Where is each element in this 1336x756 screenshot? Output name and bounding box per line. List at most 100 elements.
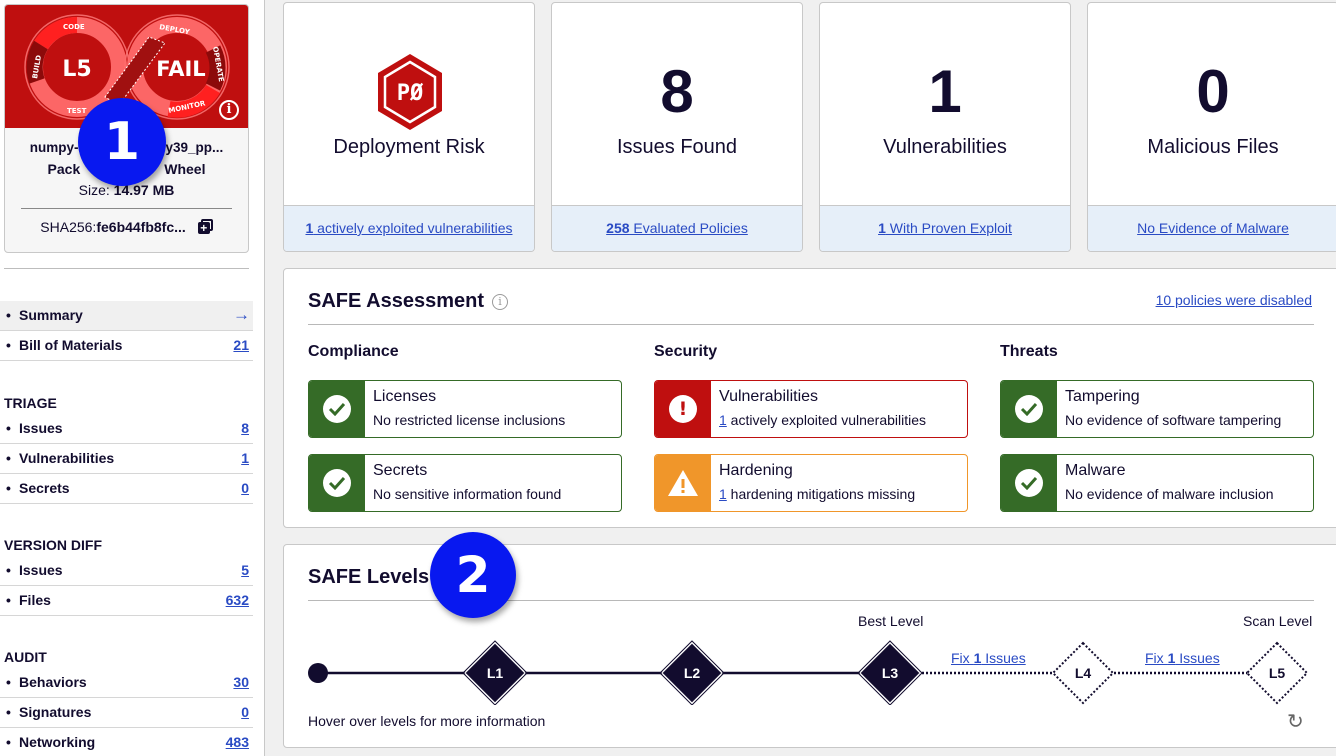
sidebar-group-triage: TRIAGE Issues 8 Vulnerabilities 1 Secrets 0 <box>0 392 253 504</box>
assessment-tampering[interactable]: Tampering No evidence of software tamper… <box>1000 380 1314 438</box>
assessment-desc: 1 hardening mitigations missing <box>719 486 916 502</box>
lifecycle-test: TEST <box>67 107 87 115</box>
stat-footer-link[interactable]: 1 With Proven Exploit <box>878 220 1012 236</box>
panel-title: SAFE Assessment i <box>308 290 508 313</box>
group-title: VERSION DIFF <box>4 537 103 553</box>
size-label: Size: <box>78 182 110 198</box>
info-icon[interactable]: i <box>492 294 508 310</box>
column-title-security: Security <box>654 343 718 360</box>
check-icon <box>323 469 351 497</box>
level-label-l5: L5 <box>1269 665 1286 681</box>
assessment-title: Tampering <box>1065 388 1140 405</box>
sha-value: fe6b44fb8fc... <box>96 219 186 235</box>
stat-value: 1 <box>928 58 962 125</box>
divider <box>21 208 232 209</box>
assessment-licenses[interactable]: Licenses No restricted license inclusion… <box>308 380 622 438</box>
sidebar-item-behaviors[interactable]: Behaviors 30 <box>0 668 253 698</box>
fail-badge: FAIL <box>156 57 205 81</box>
sidebar-item-networking[interactable]: Networking 483 <box>0 728 253 756</box>
nav-count[interactable]: 1 <box>241 444 249 473</box>
stat-card-issues-found: 8 Issues Found 258 Evaluated Policies <box>551 2 803 252</box>
assessment-secrets[interactable]: Secrets No sensitive information found <box>308 454 622 512</box>
assessment-desc: No sensitive information found <box>373 486 562 502</box>
stat-footer: 1 With Proven Exploit <box>820 205 1070 251</box>
assessment-hardening[interactable]: Hardening 1 hardening mitigations missin… <box>654 454 968 512</box>
stat-footer: 1 actively exploited vulnerabilities <box>284 205 534 251</box>
assessment-title: Hardening <box>719 462 793 479</box>
nav-count[interactable]: 21 <box>233 331 249 360</box>
nav-count[interactable]: 30 <box>233 668 249 697</box>
stat-footer-link[interactable]: No Evidence of Malware <box>1137 220 1289 236</box>
stat-label: Deployment Risk <box>333 136 485 158</box>
assessment-vulnerabilities[interactable]: ! Vulnerabilities 1 actively exploited v… <box>654 380 968 438</box>
level-label-l3: L3 <box>882 665 899 681</box>
nav-count[interactable]: 483 <box>226 728 249 756</box>
svg-text:PØ: PØ <box>397 81 424 106</box>
assessment-malware[interactable]: Malware No evidence of malware inclusion <box>1000 454 1314 512</box>
best-level-label: Best Level <box>858 613 924 629</box>
disabled-policies-link[interactable]: 10 policies were disabled <box>1156 292 1312 308</box>
nav-label: Summary <box>19 307 83 323</box>
divider <box>308 324 1314 325</box>
sidebar-item-diff-issues[interactable]: Issues 5 <box>0 556 253 586</box>
nav-count[interactable]: 0 <box>241 474 249 503</box>
nav-label: Networking <box>19 734 96 750</box>
sidebar-item-bill-of-materials[interactable]: Bill of Materials 21 <box>0 331 253 361</box>
divider <box>4 268 249 269</box>
sidebar-group-version-diff: VERSION DIFF Issues 5 Files 632 <box>0 534 253 616</box>
column-title-compliance: Compliance <box>308 343 399 360</box>
sidebar-item-files[interactable]: Files 632 <box>0 586 253 616</box>
column-title-threats: Threats <box>1000 343 1058 360</box>
nav-count[interactable]: 5 <box>241 556 249 585</box>
nav-label: Signatures <box>19 704 92 720</box>
assessment-count-link[interactable]: 1 <box>719 412 727 428</box>
group-title: TRIAGE <box>4 395 57 411</box>
info-icon[interactable]: i <box>219 100 239 120</box>
arrow-right-icon: → <box>233 305 250 324</box>
nav-count[interactable]: 0 <box>241 698 249 727</box>
level-label-l1: L1 <box>487 665 504 681</box>
status-icon-box <box>1001 381 1057 437</box>
status-icon-box <box>309 381 365 437</box>
panel-title: SAFE Levels <box>308 566 430 588</box>
annotation-badge-1: 1 <box>78 98 166 186</box>
sidebar-top-nav: Summary → Bill of Materials 21 <box>0 301 253 361</box>
stat-footer: 258 Evaluated Policies <box>552 205 802 251</box>
warning-icon <box>668 470 698 496</box>
safe-assessment-panel: SAFE Assessment i 10 policies were disabl… <box>283 268 1336 528</box>
stat-footer-link[interactable]: 258 Evaluated Policies <box>606 220 748 236</box>
stat-value: 0 <box>1196 58 1230 125</box>
sidebar-item-signatures[interactable]: Signatures 0 <box>0 698 253 728</box>
sidebar-item-vulnerabilities[interactable]: Vulnerabilities 1 <box>0 444 253 474</box>
annotation-badge-2: 2 <box>430 532 516 618</box>
level-label-l4: L4 <box>1075 665 1092 681</box>
check-icon <box>1015 395 1043 423</box>
assessment-title: Vulnerabilities <box>719 388 819 405</box>
stat-footer: No Evidence of Malware <box>1088 205 1336 251</box>
sidebar-item-issues[interactable]: Issues 8 <box>0 414 253 444</box>
sidebar-item-summary[interactable]: Summary → <box>0 301 253 331</box>
assessment-title: Licenses <box>373 388 437 405</box>
stat-footer-link[interactable]: 1 actively exploited vulnerabilities <box>305 220 512 236</box>
assessment-desc: No evidence of malware inclusion <box>1065 486 1274 502</box>
p0-risk-icon: PØ <box>378 54 442 130</box>
assessment-count-link[interactable]: 1 <box>719 486 727 502</box>
level-label-l2: L2 <box>684 665 701 681</box>
exclamation-icon: ! <box>669 395 697 423</box>
sha-label: SHA256: <box>40 219 97 235</box>
start-node <box>308 663 328 683</box>
copy-icon[interactable]: + <box>197 219 213 234</box>
nav-count[interactable]: 632 <box>226 586 249 615</box>
stat-label: Issues Found <box>616 136 738 158</box>
assessment-desc: No restricted license inclusions <box>373 412 566 428</box>
lifecycle-code: CODE <box>63 23 85 31</box>
nav-count[interactable]: 8 <box>241 414 249 443</box>
safe-levels-track: L1 L2 L3 L4 L5 <box>308 640 1309 705</box>
reset-icon[interactable]: ↻ <box>1287 709 1304 734</box>
nav-label: Bill of Materials <box>19 337 123 353</box>
assessment-desc: No evidence of software tampering <box>1065 412 1282 428</box>
nav-label: Vulnerabilities <box>19 450 115 466</box>
sidebar-item-secrets[interactable]: Secrets 0 <box>0 474 253 504</box>
assessment-title: Secrets <box>373 462 428 479</box>
nav-label: Issues <box>19 562 63 578</box>
